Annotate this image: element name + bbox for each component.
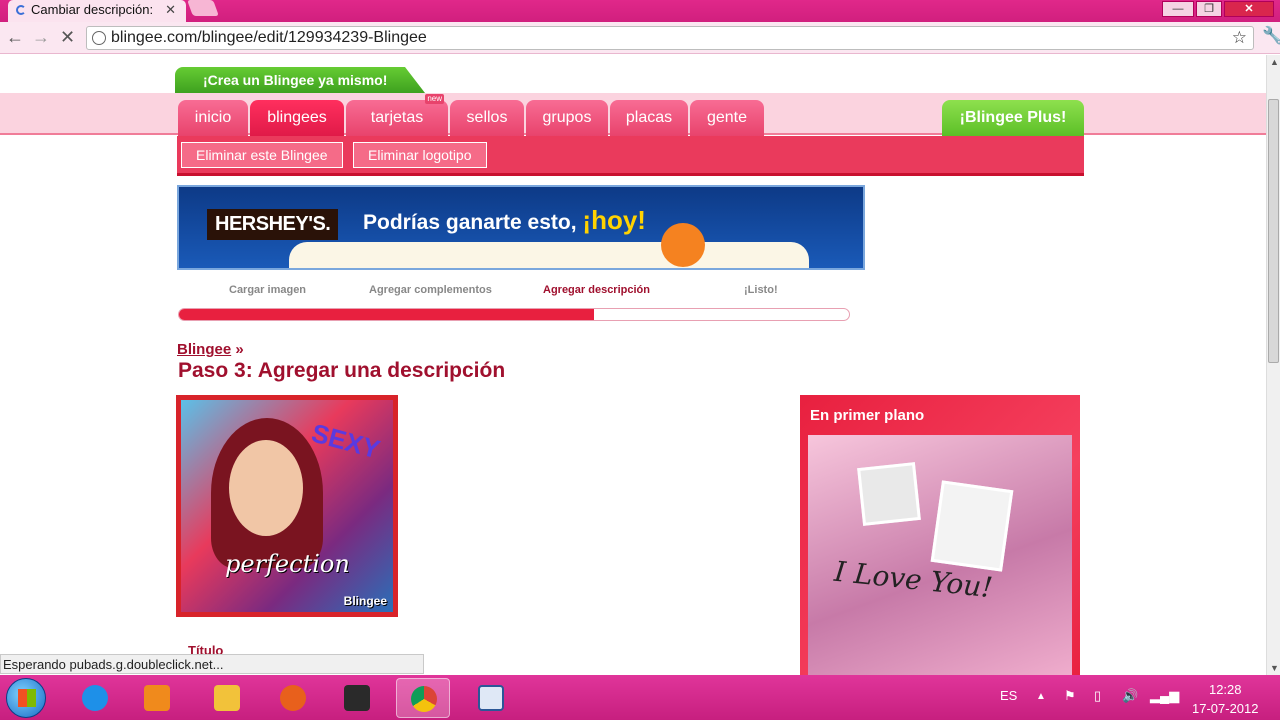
chrome-icon <box>411 686 437 712</box>
power-icon[interactable]: ▯ <box>1094 688 1101 704</box>
volume-icon[interactable]: 🔊 <box>1122 688 1138 704</box>
breadcrumb-separator: » <box>235 341 244 358</box>
show-hidden-icons-icon[interactable]: ▲ <box>1036 691 1046 702</box>
banner-swirl <box>661 223 705 267</box>
image-face <box>229 440 303 536</box>
clock[interactable]: 12:28 17-07-2012 <box>1192 680 1259 718</box>
banner-text-main: Podrías ganarte esto, <box>363 211 577 234</box>
blingee-plus-button[interactable]: ¡Blingee Plus! <box>942 100 1084 136</box>
start-button[interactable] <box>6 678 46 718</box>
breadcrumb: Blingee » <box>177 341 244 358</box>
featured-dog-photo-2 <box>930 480 1014 572</box>
back-arrow-icon[interactable]: ← <box>6 27 24 48</box>
step-listo: ¡Listo! <box>744 284 778 296</box>
delete-logo-button[interactable]: Eliminar logotipo <box>353 142 487 168</box>
scroll-down-icon[interactable]: ▼ <box>1270 663 1279 673</box>
media-player-icon <box>144 685 170 711</box>
image-sexy-text: SEXY <box>308 417 384 465</box>
minimize-button[interactable]: — <box>1162 1 1194 17</box>
featured-heading: En primer plano <box>810 407 925 424</box>
clock-time: 12:28 <box>1208 682 1242 697</box>
firefox-taskbar-button[interactable] <box>266 678 320 718</box>
document-icon <box>478 685 504 711</box>
media-taskbar-button[interactable] <box>130 678 184 718</box>
sub-toolbar: Eliminar este Blingee Eliminar logotipo <box>177 136 1084 176</box>
tab-grupos[interactable]: grupos <box>526 100 608 136</box>
browser-toolbar: ← → ✕ blingee.com/blingee/edit/129934239… <box>0 22 1280 54</box>
featured-dog-photo <box>857 462 921 526</box>
step-agregar-descripcion: Agregar descripción <box>543 284 650 296</box>
network-icon[interactable]: ▂▄▆ <box>1150 688 1179 704</box>
blingee-image-content: SEXY perfection Blingee <box>181 400 393 612</box>
new-tab-button[interactable] <box>187 0 219 16</box>
bookmark-star-icon[interactable]: ☆ <box>1232 28 1247 48</box>
step-cargar-imagen: Cargar imagen <box>229 284 307 296</box>
film-icon <box>344 685 370 711</box>
ad-banner[interactable]: HERSHEY'S. Podrías ganarte esto, ¡hoy! <box>177 185 865 270</box>
browser-tab[interactable]: Cambiar descripción: ✕ <box>8 0 186 22</box>
banner-clouds <box>289 242 809 268</box>
banner-text: Podrías ganarte esto, ¡hoy! <box>363 205 646 236</box>
image-perfection-text: perfection <box>225 550 350 578</box>
tab-gente[interactable]: gente <box>690 100 764 136</box>
flag-icon[interactable]: ⚑ <box>1064 688 1076 704</box>
step-agregar-complementos: Agregar complementos <box>369 284 492 296</box>
tab-inicio[interactable]: inicio <box>178 100 248 136</box>
clock-date: 17-07-2012 <box>1192 701 1259 716</box>
page-content: ¡Crea un Blingee ya mismo! inicio blinge… <box>0 55 1266 675</box>
tab-title: Cambiar descripción: <box>31 2 154 17</box>
globe-icon <box>92 31 106 45</box>
breadcrumb-link[interactable]: Blingee <box>177 341 231 358</box>
url-text: blingee.com/blingee/edit/129934239-Bling… <box>111 29 427 46</box>
loading-icon <box>16 5 26 15</box>
taskbar: ES ▲ ⚑ ▯ 🔊 ▂▄▆ 12:28 17-07-2012 <box>0 675 1280 720</box>
progress-fill <box>179 309 595 320</box>
stop-loading-icon[interactable]: ✕ <box>60 27 75 48</box>
movie-maker-taskbar-button[interactable] <box>330 678 384 718</box>
forward-arrow-icon[interactable]: → <box>32 27 50 48</box>
new-badge: new <box>425 94 444 104</box>
scroll-up-icon[interactable]: ▲ <box>1270 57 1279 67</box>
word-taskbar-button[interactable] <box>464 678 518 718</box>
address-bar[interactable]: blingee.com/blingee/edit/129934239-Bling… <box>86 26 1254 50</box>
folder-icon <box>214 685 240 711</box>
tab-tarjetas-label: tarjetas <box>370 109 424 126</box>
tab-blingees[interactable]: blingees <box>250 100 344 136</box>
banner-brand: HERSHEY'S. <box>207 209 339 240</box>
blingee-image: SEXY perfection Blingee <box>176 395 398 617</box>
page-title: Paso 3: Agregar una descripción <box>178 359 506 382</box>
scrollbar-thumb[interactable] <box>1268 99 1279 363</box>
browser-titlebar: Cambiar descripción: ✕ — ❐ ✕ <box>0 0 1280 22</box>
progress-bar <box>178 308 850 321</box>
featured-panel: En primer plano I Love You! <box>800 395 1080 675</box>
vertical-scrollbar[interactable]: ▲ ▼ <box>1266 55 1280 675</box>
close-tab-icon[interactable]: ✕ <box>165 2 176 18</box>
firefox-icon <box>280 685 306 711</box>
ie-icon <box>82 685 108 711</box>
tab-placas[interactable]: placas <box>610 100 688 136</box>
chrome-taskbar-button[interactable] <box>396 678 450 718</box>
maximize-button[interactable]: ❐ <box>1196 1 1222 17</box>
tab-tarjetas[interactable]: tarjetas new <box>346 94 448 136</box>
tab-sellos[interactable]: sellos <box>450 100 524 136</box>
windows-logo-icon <box>18 689 36 707</box>
explorer-taskbar-button[interactable] <box>200 678 254 718</box>
image-watermark: Blingee <box>343 594 387 608</box>
banner-highlight: ¡hoy! <box>582 205 646 235</box>
close-window-button[interactable]: ✕ <box>1224 1 1274 17</box>
create-blingee-link[interactable]: ¡Crea un Blingee ya mismo! <box>175 67 425 93</box>
wrench-menu-icon[interactable]: 🔧 <box>1262 26 1280 46</box>
ie-taskbar-button[interactable] <box>68 678 122 718</box>
featured-image[interactable]: I Love You! <box>808 435 1072 675</box>
delete-blingee-button[interactable]: Eliminar este Blingee <box>181 142 343 168</box>
language-indicator[interactable]: ES <box>1000 688 1017 703</box>
status-bar: Esperando pubads.g.doubleclick.net... <box>0 654 424 674</box>
